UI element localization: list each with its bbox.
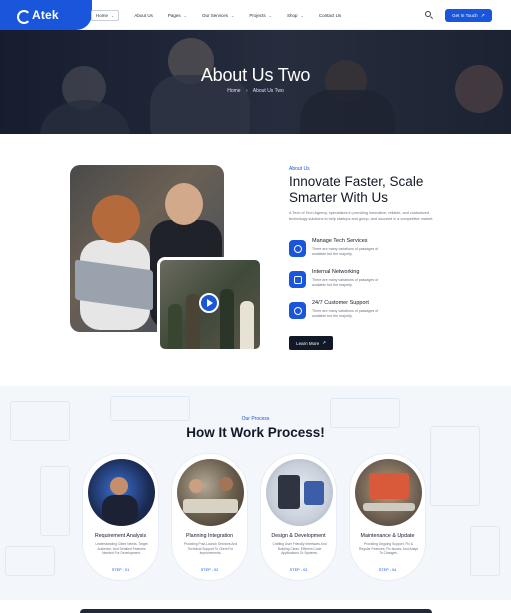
breadcrumb-home-link[interactable]: Home xyxy=(227,88,240,94)
process-card-step: STEP - 01 xyxy=(111,568,130,572)
feature-title: 24/7 Customer Support xyxy=(312,300,369,306)
process-card-description: Understanding Client Needs, Target Audie… xyxy=(95,542,148,556)
nav-item-label: About Us xyxy=(134,12,153,18)
search-icon[interactable] xyxy=(424,10,434,20)
nav-item-contact-us[interactable]: Contact Us xyxy=(319,13,341,18)
nav-item-about-us[interactable]: About Us xyxy=(134,13,153,18)
play-video-button[interactable] xyxy=(199,293,219,313)
chevron-down-icon: ⌄ xyxy=(300,12,304,18)
nav-item-shop[interactable]: Shop ⌄ xyxy=(287,13,304,18)
process-card: Design & Development Crafting User Frien… xyxy=(260,453,337,581)
feature-description: There are many variations of passages of… xyxy=(312,309,379,318)
cta-label: Get In Touch xyxy=(452,13,478,18)
feature-description: There are many variations of passages of… xyxy=(312,278,379,287)
breadcrumb-separator: › xyxy=(245,88,248,94)
nav-item-home[interactable]: Home ⌄ xyxy=(91,9,120,21)
learn-more-label: Learn More xyxy=(296,340,320,346)
chevron-down-icon: ⌄ xyxy=(111,12,115,18)
play-icon xyxy=(207,299,213,307)
process-card: Maintenance & Update Providing Ongoing S… xyxy=(349,453,426,581)
process-card-title: Maintenance & Update xyxy=(360,533,415,539)
page-title: About Us Two xyxy=(200,65,311,85)
nav-item-label: Contact Us xyxy=(318,12,342,18)
feature-customer-support: 24/7 Customer Support There are many var… xyxy=(289,300,449,328)
process-title: How It Work Process! xyxy=(186,425,325,440)
get-in-touch-button[interactable]: Get In Touch ↗ xyxy=(445,9,492,22)
process-card: Planning Integration Providing Post-Laun… xyxy=(171,453,248,581)
arrow-up-right-icon: ↗ xyxy=(322,340,326,345)
network-icon xyxy=(289,271,306,288)
feature-title: Internal Networking xyxy=(312,269,360,275)
nav-item-our-services[interactable]: Our Services ⌄ xyxy=(202,13,234,18)
process-card-step: STEP - 02 xyxy=(200,568,219,572)
breadcrumb: Home › About Us Two xyxy=(0,88,511,94)
process-photo xyxy=(355,459,422,526)
process-card-title: Planning Integration xyxy=(185,533,234,539)
about-description: A Tech of Tech Agency, specializes in pr… xyxy=(289,211,434,221)
next-section-edge xyxy=(80,609,432,613)
process-card-step: STEP - 04 xyxy=(378,568,397,572)
process-photo xyxy=(177,459,244,526)
feature-title: Manage Tech Services xyxy=(312,238,368,244)
logo-text: Atek xyxy=(32,8,59,22)
gear-icon xyxy=(289,240,306,257)
arrow-up-right-icon: ↗ xyxy=(480,12,485,19)
site-header: Atek Home ⌄ About Us Pages ⌄ Our Service… xyxy=(0,0,511,30)
process-card-description: Crafting User Friendly Interfaces And Bu… xyxy=(272,542,327,556)
nav-item-label: Shop xyxy=(287,12,298,18)
chevron-down-icon: ⌄ xyxy=(183,12,188,18)
nav-item-projects[interactable]: Projects ⌄ xyxy=(249,13,272,18)
process-card: Requirement Analysis Understanding Clien… xyxy=(82,453,159,581)
main-nav: Home ⌄ About Us Pages ⌄ Our Services ⌄ P… xyxy=(91,0,356,30)
logo-icon xyxy=(17,10,31,24)
nav-item-pages[interactable]: Pages ⌄ xyxy=(168,13,187,18)
learn-more-button[interactable]: Learn More ↗ xyxy=(289,336,333,350)
page-hero: About Us Two Home › About Us Two xyxy=(0,30,511,134)
process-card-title: Requirement Analysis xyxy=(94,533,147,539)
process-card-description: Providing Ongoing Support, Fix & Regular… xyxy=(359,542,419,556)
headset-icon xyxy=(289,302,306,319)
process-card-description: Providing Post-Launch Services And Techn… xyxy=(183,542,238,556)
process-eyebrow: Our Process xyxy=(241,416,270,422)
chevron-down-icon: ⌄ xyxy=(268,12,273,18)
nav-item-label: Home xyxy=(96,12,109,18)
chevron-down-icon: ⌄ xyxy=(231,12,235,18)
breadcrumb-current: About Us Two xyxy=(252,88,284,94)
feature-description: There are many variations of passages of… xyxy=(312,247,379,256)
logo[interactable]: Atek xyxy=(0,0,92,30)
feature-internal-networking: Internal Networking There are many varia… xyxy=(289,269,449,297)
process-photo xyxy=(88,459,155,526)
nav-item-label: Pages xyxy=(167,12,181,18)
process-card-title: Design & Development xyxy=(271,533,326,539)
process-photo xyxy=(266,459,333,526)
about-title: Innovate Faster, Scale Smarter With Us xyxy=(289,174,424,205)
process-card-step: STEP - 03 xyxy=(289,568,308,572)
nav-item-label: Projects xyxy=(249,12,266,18)
nav-item-label: Our Services xyxy=(202,12,229,18)
about-eyebrow: About Us xyxy=(289,166,310,172)
feature-manage-tech-services: Manage Tech Services There are many vari… xyxy=(289,238,449,266)
